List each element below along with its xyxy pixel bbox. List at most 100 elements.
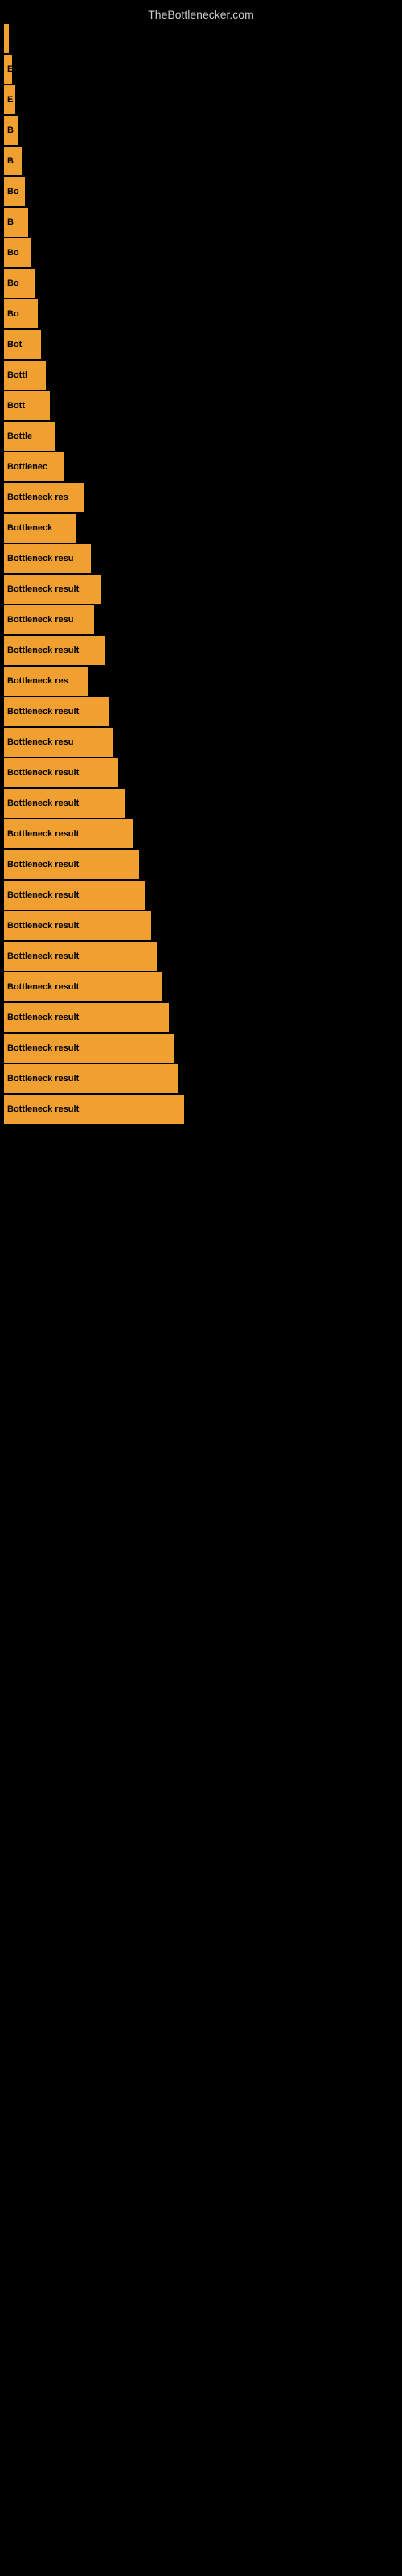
bar-label-29: Bottleneck result xyxy=(7,890,79,900)
bar-row-12: Bottl xyxy=(4,361,398,390)
bar-19: Bottleneck result xyxy=(4,575,100,604)
bar-row-34: Bottleneck result xyxy=(4,1034,398,1063)
bar-row-35: Bottleneck result xyxy=(4,1064,398,1093)
bar-2: E xyxy=(4,55,12,84)
bar-label-25: Bottleneck result xyxy=(7,768,79,778)
bar-label-17: Bottleneck xyxy=(7,523,52,533)
bar-label-26: Bottleneck result xyxy=(7,799,79,808)
bar-row-1 xyxy=(4,24,398,53)
bar-16: Bottleneck res xyxy=(4,483,84,512)
bar-label-21: Bottleneck result xyxy=(7,646,79,655)
bar-label-22: Bottleneck res xyxy=(7,676,68,686)
bar-20: Bottleneck resu xyxy=(4,605,94,634)
bar-label-8: Bo xyxy=(7,248,19,258)
bar-label-16: Bottleneck res xyxy=(7,493,68,502)
bar-row-30: Bottleneck result xyxy=(4,911,398,940)
bar-row-13: Bott xyxy=(4,391,398,420)
bar-row-10: Bo xyxy=(4,299,398,328)
bar-18: Bottleneck resu xyxy=(4,544,91,573)
bar-row-15: Bottlenec xyxy=(4,452,398,481)
bar-label-18: Bottleneck resu xyxy=(7,554,74,564)
bar-28: Bottleneck result xyxy=(4,850,139,879)
bar-label-4: B xyxy=(7,126,14,135)
bar-31: Bottleneck result xyxy=(4,942,157,971)
bar-34: Bottleneck result xyxy=(4,1034,174,1063)
bar-label-2: E xyxy=(7,64,12,74)
bar-label-23: Bottleneck result xyxy=(7,707,79,716)
bar-row-28: Bottleneck result xyxy=(4,850,398,879)
bar-30: Bottleneck result xyxy=(4,911,151,940)
bar-24: Bottleneck resu xyxy=(4,728,113,757)
bar-label-7: B xyxy=(7,217,14,227)
bar-26: Bottleneck result xyxy=(4,789,125,818)
bars-container: E E B B Bo B Bo Bo Bo Bot Bottl Bott Bottle Bottlenec… xyxy=(4,24,398,1125)
bar-row-36: Bottleneck result xyxy=(4,1095,398,1124)
bar-33: Bottleneck result xyxy=(4,1003,169,1032)
bar-11: Bot xyxy=(4,330,41,359)
bar-label-6: Bo xyxy=(7,187,19,196)
bar-29: Bottleneck result xyxy=(4,881,145,910)
bar-row-25: Bottleneck result xyxy=(4,758,398,787)
bar-label-14: Bottle xyxy=(7,431,32,441)
bar-label-9: Bo xyxy=(7,279,19,288)
bar-row-29: Bottleneck result xyxy=(4,881,398,910)
bar-row-2: E xyxy=(4,55,398,84)
bar-row-19: Bottleneck result xyxy=(4,575,398,604)
bar-row-9: Bo xyxy=(4,269,398,298)
bar-9: Bo xyxy=(4,269,35,298)
bar-27: Bottleneck result xyxy=(4,819,133,848)
bar-row-8: Bo xyxy=(4,238,398,267)
bar-row-7: B xyxy=(4,208,398,237)
bar-10: Bo xyxy=(4,299,38,328)
bar-row-3: E xyxy=(4,85,398,114)
bar-label-13: Bott xyxy=(7,401,25,411)
bar-label-35: Bottleneck result xyxy=(7,1074,79,1084)
bar-12: Bottl xyxy=(4,361,46,390)
bar-row-14: Bottle xyxy=(4,422,398,451)
bar-23: Bottleneck result xyxy=(4,697,109,726)
bar-row-22: Bottleneck res xyxy=(4,667,398,696)
bar-label-10: Bo xyxy=(7,309,19,319)
bar-label-12: Bottl xyxy=(7,370,27,380)
bar-17: Bottleneck xyxy=(4,514,76,543)
bar-label-27: Bottleneck result xyxy=(7,829,79,839)
bar-row-24: Bottleneck resu xyxy=(4,728,398,757)
bar-row-27: Bottleneck result xyxy=(4,819,398,848)
bar-row-20: Bottleneck resu xyxy=(4,605,398,634)
bar-row-6: Bo xyxy=(4,177,398,206)
bar-5: B xyxy=(4,147,22,175)
bar-row-33: Bottleneck result xyxy=(4,1003,398,1032)
bar-3: E xyxy=(4,85,15,114)
bar-8: Bo xyxy=(4,238,31,267)
bar-row-21: Bottleneck result xyxy=(4,636,398,665)
bar-row-4: B xyxy=(4,116,398,145)
bar-label-28: Bottleneck result xyxy=(7,860,79,869)
bar-36: Bottleneck result xyxy=(4,1095,184,1124)
bar-label-32: Bottleneck result xyxy=(7,982,79,992)
bar-35: Bottleneck result xyxy=(4,1064,178,1093)
bar-22: Bottleneck res xyxy=(4,667,88,696)
bar-row-23: Bottleneck result xyxy=(4,697,398,726)
bar-6: Bo xyxy=(4,177,25,206)
bar-row-31: Bottleneck result xyxy=(4,942,398,971)
bar-row-5: B xyxy=(4,147,398,175)
bar-label-24: Bottleneck resu xyxy=(7,737,74,747)
bar-row-26: Bottleneck result xyxy=(4,789,398,818)
bar-21: Bottleneck result xyxy=(4,636,105,665)
bar-label-20: Bottleneck resu xyxy=(7,615,74,625)
bar-1 xyxy=(4,24,9,53)
bar-label-15: Bottlenec xyxy=(7,462,47,472)
bar-row-32: Bottleneck result xyxy=(4,972,398,1001)
bar-label-36: Bottleneck result xyxy=(7,1104,79,1114)
bar-row-16: Bottleneck res xyxy=(4,483,398,512)
bar-13: Bott xyxy=(4,391,50,420)
bar-row-18: Bottleneck resu xyxy=(4,544,398,573)
bar-14: Bottle xyxy=(4,422,55,451)
bar-row-17: Bottleneck xyxy=(4,514,398,543)
bar-4: B xyxy=(4,116,18,145)
bar-label-30: Bottleneck result xyxy=(7,921,79,931)
bar-label-33: Bottleneck result xyxy=(7,1013,79,1022)
bar-row-11: Bot xyxy=(4,330,398,359)
bar-label-11: Bot xyxy=(7,340,22,349)
bar-label-34: Bottleneck result xyxy=(7,1043,79,1053)
